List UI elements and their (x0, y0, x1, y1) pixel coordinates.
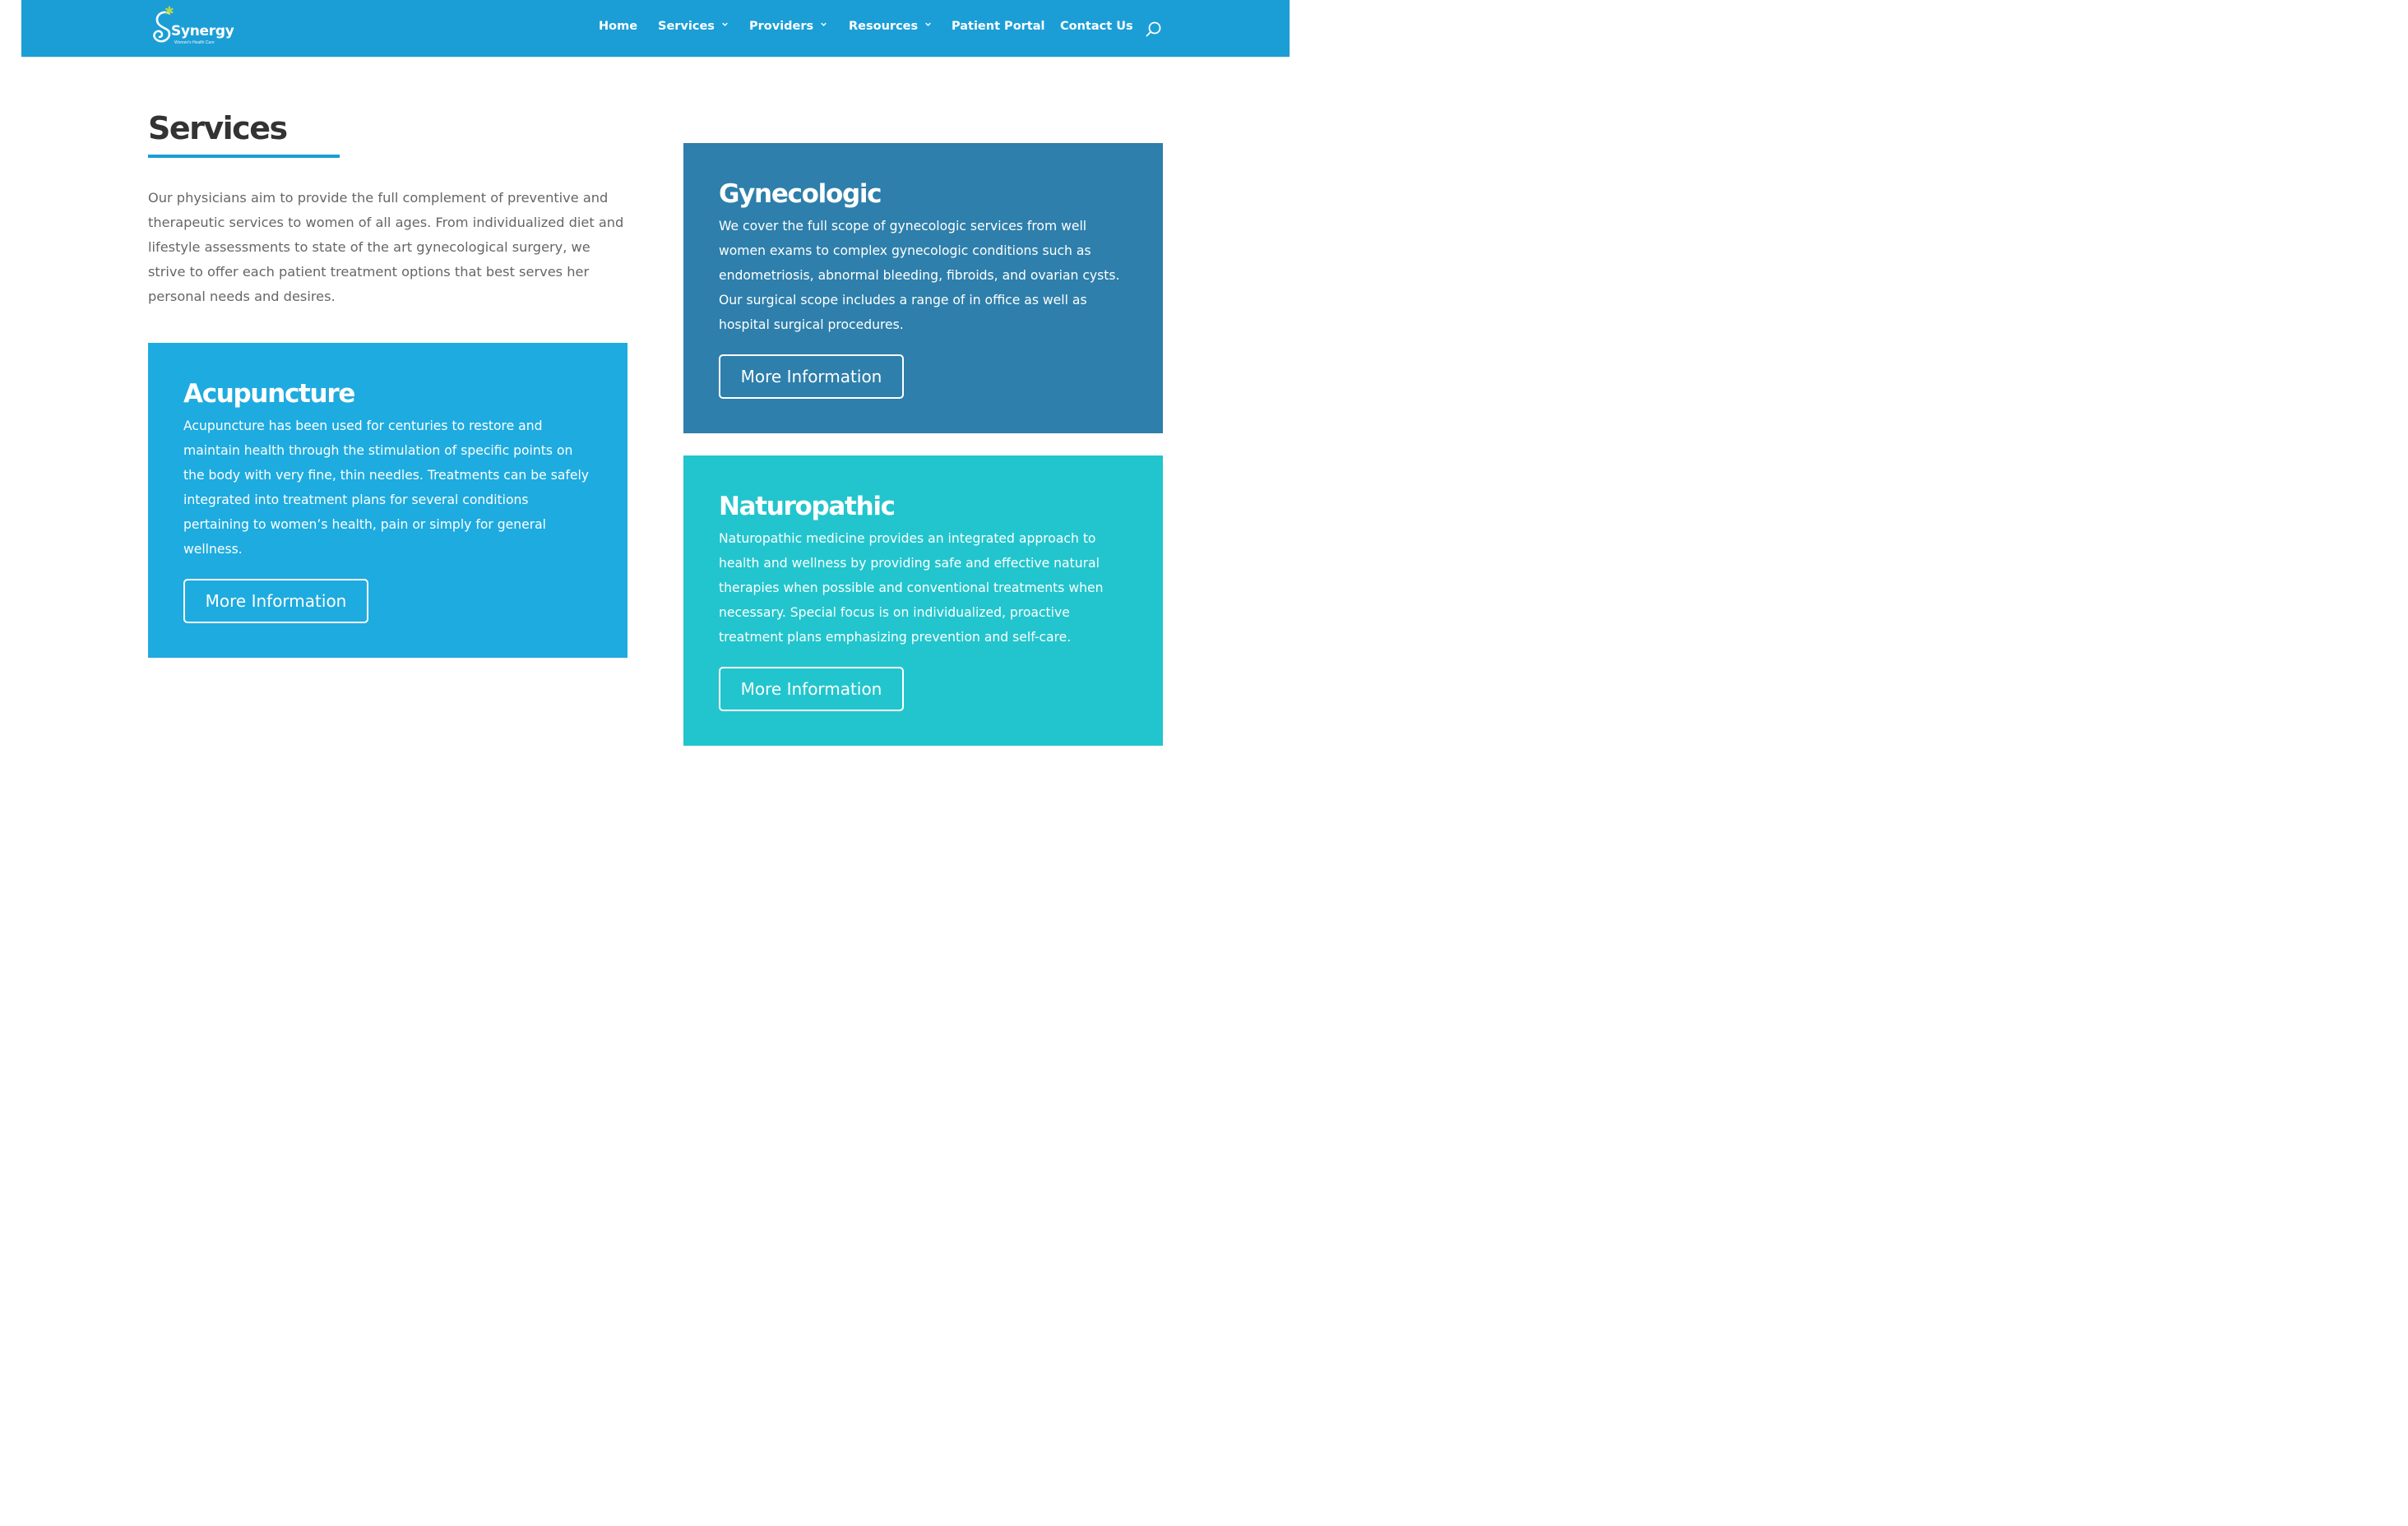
nav-providers-label: Providers (749, 20, 814, 33)
nav-patient-portal-label: Patient Portal (952, 20, 1045, 33)
chevron-down-icon (821, 22, 827, 26)
site-header: ✱ Synergy Women's Health Care Home Servi… (21, 0, 1290, 57)
card-title: Acupuncture (183, 379, 355, 409)
intro-text: Our physicians aim to provide the full c… (148, 190, 624, 304)
title-underline (148, 155, 340, 158)
nav-resources-label: Resources (849, 20, 919, 33)
more-information-button[interactable]: More Information (719, 354, 904, 399)
card-title: Naturopathic (719, 492, 896, 521)
nav-services-label: Services (658, 20, 715, 33)
nav-home-label: Home (599, 20, 638, 33)
card-text: We cover the full scope of gynecologic s… (719, 219, 1120, 332)
search-icon[interactable] (1145, 21, 1163, 39)
nav-contact-us[interactable]: Contact Us (1060, 20, 1133, 33)
more-information-button[interactable]: More Information (719, 667, 904, 711)
nav-providers[interactable]: Providers (749, 20, 827, 33)
service-card-naturopathic: Naturopathic Naturopathic medicine provi… (683, 455, 1163, 746)
nav-home[interactable]: Home (599, 20, 637, 33)
nav-patient-portal[interactable]: Patient Portal (952, 20, 1045, 33)
nav-contact-us-label: Contact Us (1060, 20, 1133, 33)
service-card-gynecologic: Gynecologic We cover the full scope of g… (683, 143, 1163, 433)
chevron-down-icon (722, 22, 728, 26)
chevron-down-icon (925, 22, 931, 26)
card-text: Acupuncture has been used for centuries … (183, 418, 590, 557)
more-information-button[interactable]: More Information (183, 579, 368, 623)
main-nav: Home Services Providers Resources Patien… (21, 0, 1290, 57)
nav-resources[interactable]: Resources (849, 20, 931, 33)
card-text: Naturopathic medicine provides an integr… (719, 531, 1104, 645)
service-card-acupuncture: Acupuncture Acupuncture has been used fo… (148, 343, 627, 658)
card-title: Gynecologic (719, 179, 882, 209)
nav-services[interactable]: Services (658, 20, 728, 33)
page-title: Services (148, 110, 288, 146)
